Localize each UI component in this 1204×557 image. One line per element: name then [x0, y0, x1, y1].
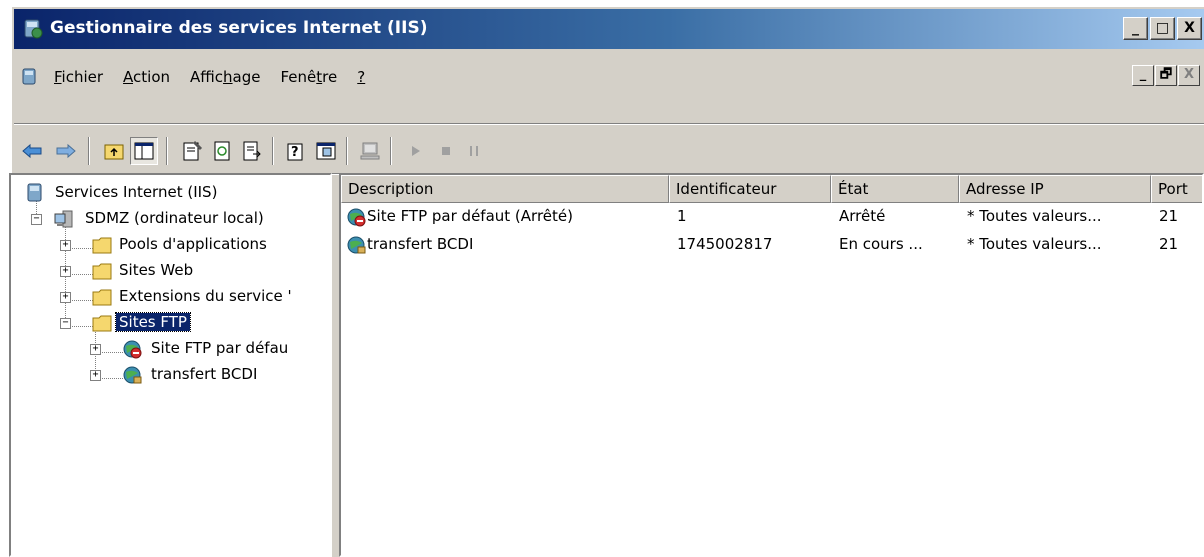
tree-label-websites: Sites Web: [119, 261, 194, 279]
minimize-button[interactable]: _: [1123, 17, 1148, 40]
list-row-ftp-bcdi[interactable]: transfert BCDI 1745002817 En cours ... *…: [341, 231, 1202, 259]
console-icon: [316, 142, 336, 160]
tree-label-computer: SDMZ (ordinateur local): [85, 209, 264, 227]
cell-port: 21: [1159, 207, 1179, 225]
title-bar[interactable]: Gestionnaire des services Internet (IIS)…: [14, 9, 1204, 49]
column-state[interactable]: État: [831, 175, 959, 203]
column-description[interactable]: Description: [341, 175, 669, 203]
tree-label-root: Services Internet (IIS): [55, 183, 218, 201]
help-icon: ?: [287, 143, 303, 161]
tree-item-ftp-sites[interactable]: − Sites FTP: [11, 310, 330, 336]
list-row-ftp-default[interactable]: Site FTP par défaut (Arrêté) 1 Arrêté * …: [341, 203, 1202, 231]
iis-app-icon: [24, 19, 43, 39]
play-icon: [412, 146, 420, 156]
tree-item-ftp-default[interactable]: + Site FTP par défau: [11, 336, 330, 362]
console-system-menu-icon[interactable]: [20, 67, 40, 87]
expand-toggle[interactable]: +: [90, 344, 101, 355]
iis-root-icon: [27, 183, 42, 202]
menu-toolbar-divider: [14, 123, 1204, 125]
collapse-toggle[interactable]: −: [31, 214, 42, 225]
show-hide-tree-button[interactable]: [130, 137, 158, 165]
show-tree-icon: [134, 142, 154, 160]
back-button[interactable]: [18, 137, 46, 165]
connect-computer-button[interactable]: [356, 137, 384, 165]
pause-icon: [470, 146, 478, 156]
cell-ip: * Toutes valeurs...: [967, 207, 1102, 225]
computer-icon: [360, 142, 380, 160]
menu-help[interactable]: ?: [357, 68, 365, 86]
collapse-toggle[interactable]: −: [60, 318, 71, 329]
tree-label-ftp-bcdi: transfert BCDI: [151, 365, 258, 383]
expand-toggle[interactable]: +: [60, 266, 71, 277]
up-folder-icon: [104, 144, 124, 160]
stop-button[interactable]: [432, 137, 460, 165]
refresh-icon: [214, 141, 230, 161]
tree-item-extensions[interactable]: + Extensions du service ': [11, 284, 330, 310]
properties-icon: [183, 140, 203, 161]
console-view-button[interactable]: [312, 137, 340, 165]
column-port[interactable]: Port: [1151, 175, 1202, 203]
window-title: Gestionnaire des services Internet (IIS): [50, 18, 428, 38]
tree-item-computer[interactable]: − SDMZ (ordinateur local): [11, 206, 330, 232]
column-ip-address[interactable]: Adresse IP: [959, 175, 1151, 203]
tree-item-web-sites[interactable]: + Sites Web: [11, 258, 330, 284]
tree-label-extensions: Extensions du service ': [119, 287, 292, 305]
svg-text:?: ?: [291, 145, 299, 160]
cell-description: transfert BCDI: [367, 235, 474, 253]
cell-description: Site FTP par défaut (Arrêté): [367, 207, 573, 225]
child-close-button[interactable]: X: [1178, 65, 1200, 86]
menu-affichage[interactable]: Affichage: [190, 68, 260, 86]
pause-button[interactable]: [460, 137, 488, 165]
cell-identifier: 1: [677, 207, 687, 225]
help-button[interactable]: ?: [282, 137, 310, 165]
folder-icon: [92, 237, 112, 254]
back-icon: [22, 143, 42, 159]
start-button[interactable]: [402, 137, 430, 165]
details-list[interactable]: Description Identificateur État Adresse …: [339, 173, 1204, 557]
toolbar: ?: [14, 129, 1204, 175]
menu-action[interactable]: Action: [123, 68, 170, 86]
cell-port: 21: [1159, 235, 1179, 253]
forward-icon: [56, 143, 76, 159]
tree-item-app-pools[interactable]: + Pools d'applications: [11, 232, 330, 258]
computer-icon: [54, 210, 73, 228]
menu-fichier[interactable]: Fichier: [54, 68, 103, 86]
maximize-button[interactable]: □: [1150, 17, 1175, 40]
cell-ip: * Toutes valeurs...: [967, 235, 1102, 253]
export-list-button[interactable]: [238, 137, 266, 165]
expand-toggle[interactable]: +: [90, 370, 101, 381]
cell-state: En cours ...: [839, 235, 923, 253]
tree-pane[interactable]: Services Internet (IIS) − SDMZ (ordinate…: [9, 173, 332, 557]
stopped-ftp-site-icon: [347, 208, 366, 227]
expand-toggle[interactable]: +: [60, 240, 71, 251]
folder-icon: [92, 315, 112, 332]
stop-icon: [442, 147, 450, 155]
export-list-icon: [243, 141, 261, 161]
cell-identifier: 1745002817: [677, 235, 773, 253]
tree-label-ftp-default: Site FTP par défau: [151, 339, 289, 357]
folder-icon: [92, 289, 112, 306]
stopped-ftp-site-icon: [123, 340, 142, 359]
folder-icon: [92, 263, 112, 280]
tree-label-pools: Pools d'applications: [119, 235, 267, 253]
list-header: Description Identificateur État Adresse …: [341, 175, 1202, 203]
menu-bar: Fichier Action Affichage Fenêtre ? _ 🗗 X: [14, 61, 1204, 95]
cell-state: Arrêté: [839, 207, 886, 225]
refresh-button[interactable]: [208, 137, 236, 165]
child-minimize-button[interactable]: _: [1132, 65, 1154, 86]
close-button[interactable]: X: [1177, 17, 1202, 40]
child-restore-button[interactable]: 🗗: [1155, 65, 1177, 86]
column-identifier[interactable]: Identificateur: [669, 175, 831, 203]
properties-button[interactable]: [178, 137, 206, 165]
tree-item-ftp-bcdi[interactable]: + transfert BCDI: [11, 362, 330, 388]
ftp-site-icon: [123, 366, 142, 384]
tree-label-ftp-sites: Sites FTP: [115, 312, 191, 332]
tree-item-iis-root[interactable]: Services Internet (IIS): [11, 180, 330, 206]
ftp-site-icon: [347, 236, 366, 254]
forward-button[interactable]: [52, 137, 80, 165]
expand-toggle[interactable]: +: [60, 292, 71, 303]
menu-fenetre[interactable]: Fenêtre: [281, 68, 338, 86]
up-level-button[interactable]: [100, 137, 128, 165]
